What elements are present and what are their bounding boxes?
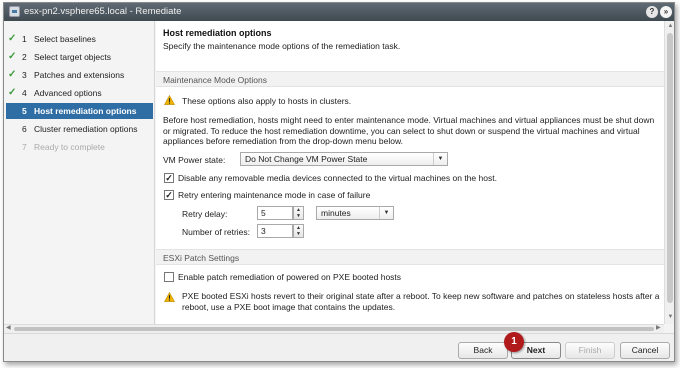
page-title: Host remediation options (163, 28, 272, 38)
vm-power-state-select[interactable]: Do Not Change VM Power State ▼ (240, 152, 448, 166)
help-icon[interactable]: ? (646, 6, 658, 18)
checkmark-icon: ✓ (8, 87, 17, 98)
step-number: 2 (22, 52, 27, 62)
step-number: 7 (22, 142, 27, 152)
warning-icon (164, 292, 175, 302)
scroll-left-icon[interactable]: ◀ (6, 324, 11, 331)
step-label: Select target objects (34, 52, 112, 62)
scroll-up-icon[interactable]: ▲ (665, 22, 674, 31)
title-bar: esx-pn2.vsphere65.local - Remediate ? » (4, 3, 674, 21)
chevron-down-icon: ▼ (433, 153, 447, 165)
select-value: Do Not Change VM Power State (245, 154, 368, 164)
step-number: 6 (22, 124, 27, 134)
section-esxi-patch-settings: ESXi Patch Settings (156, 249, 664, 265)
maintenance-description: Before host remediation, hosts might nee… (163, 115, 655, 146)
cancel-button[interactable]: Cancel (620, 342, 670, 359)
chevron-down-icon: ▼ (379, 207, 393, 219)
wizard-steps: ✓ 1 Select baselines ✓ 2 Select target o… (4, 21, 155, 324)
checkmark-icon: ✓ (8, 33, 17, 44)
retry-delay-input[interactable]: 5 (257, 206, 293, 220)
app-icon (9, 6, 20, 17)
pxe-remediation-label: Enable patch remediation of powered on P… (178, 272, 402, 282)
spin-down-icon[interactable]: ▼ (294, 231, 303, 237)
checkmark-icon: ✓ (8, 69, 17, 80)
step-number: 1 (22, 34, 27, 44)
step-label: Patches and extensions (34, 70, 125, 80)
retries-input[interactable]: 3 (257, 224, 293, 238)
step-ready-to-complete: 7 Ready to complete (4, 139, 155, 155)
step-label: Host remediation options (34, 106, 137, 116)
back-button[interactable]: Back (458, 342, 508, 359)
retries-stepper[interactable]: ▲ ▼ (293, 224, 304, 238)
step-host-remediation-options[interactable]: 5 Host remediation options (6, 103, 153, 119)
checkmark-icon: ✓ (8, 51, 17, 62)
retry-label: Retry entering maintenance mode in case … (178, 190, 371, 200)
section-title: ESXi Patch Settings (163, 253, 240, 263)
retries-value: 3 (261, 226, 266, 236)
warning-text: These options also apply to hosts in clu… (182, 96, 352, 106)
step-number: 5 (22, 106, 27, 116)
pxe-warning-text: PXE booted ESXi hosts revert to their or… (182, 291, 660, 312)
vm-power-state-label: VM Power state: (163, 155, 226, 165)
step-patches-and-extensions[interactable]: ✓ 3 Patches and extensions (4, 67, 155, 83)
section-title: Maintenance Mode Options (163, 75, 267, 85)
scroll-down-icon[interactable]: ▼ (665, 313, 674, 322)
retries-label: Number of retries: (182, 227, 251, 237)
remediate-dialog: esx-pn2.vsphere65.local - Remediate ? » … (3, 2, 675, 362)
finish-button: Finish (565, 342, 615, 359)
horizontal-scrollbar[interactable]: ◀ ▶ (4, 324, 664, 333)
disable-media-label: Disable any removable media devices conn… (178, 173, 497, 183)
scroll-right-icon[interactable]: ▶ (656, 324, 661, 331)
select-value: minutes (321, 208, 351, 218)
scroll-thumb[interactable] (667, 33, 673, 303)
retry-delay-value: 5 (261, 208, 266, 218)
step-select-baselines[interactable]: ✓ 1 Select baselines (4, 31, 155, 47)
step-number: 3 (22, 70, 27, 80)
pxe-remediation-checkbox[interactable] (164, 272, 174, 282)
warning-icon (164, 95, 175, 105)
step-select-target-objects[interactable]: ✓ 2 Select target objects (4, 49, 155, 65)
step-label: Advanced options (34, 88, 102, 98)
window-title: esx-pn2.vsphere65.local - Remediate (24, 6, 182, 17)
retry-delay-label: Retry delay: (182, 209, 228, 219)
callout-marker: 1 (504, 332, 524, 352)
step-label: Cluster remediation options (34, 124, 138, 134)
step-cluster-remediation-options[interactable]: 6 Cluster remediation options (4, 121, 155, 137)
dialog-footer: Back Next Finish Cancel (4, 333, 674, 361)
step-label: Ready to complete (34, 142, 105, 152)
section-maintenance-mode: Maintenance Mode Options (156, 71, 664, 87)
double-chevron-icon[interactable]: » (660, 6, 672, 18)
scroll-thumb[interactable] (14, 327, 654, 331)
retry-delay-stepper[interactable]: ▲ ▼ (293, 206, 304, 220)
page-subtitle: Specify the maintenance mode options of … (163, 41, 401, 51)
content-pane: Host remediation options Specify the mai… (156, 21, 664, 324)
retry-checkbox[interactable]: ✓ (164, 190, 174, 200)
step-label: Select baselines (34, 34, 96, 44)
step-number: 4 (22, 88, 27, 98)
retry-delay-unit-select[interactable]: minutes ▼ (316, 206, 394, 220)
step-advanced-options[interactable]: ✓ 4 Advanced options (4, 85, 155, 101)
disable-media-checkbox[interactable]: ✓ (164, 173, 174, 183)
spin-down-icon[interactable]: ▼ (294, 213, 303, 219)
vertical-scrollbar[interactable]: ▲ ▼ (664, 21, 674, 324)
